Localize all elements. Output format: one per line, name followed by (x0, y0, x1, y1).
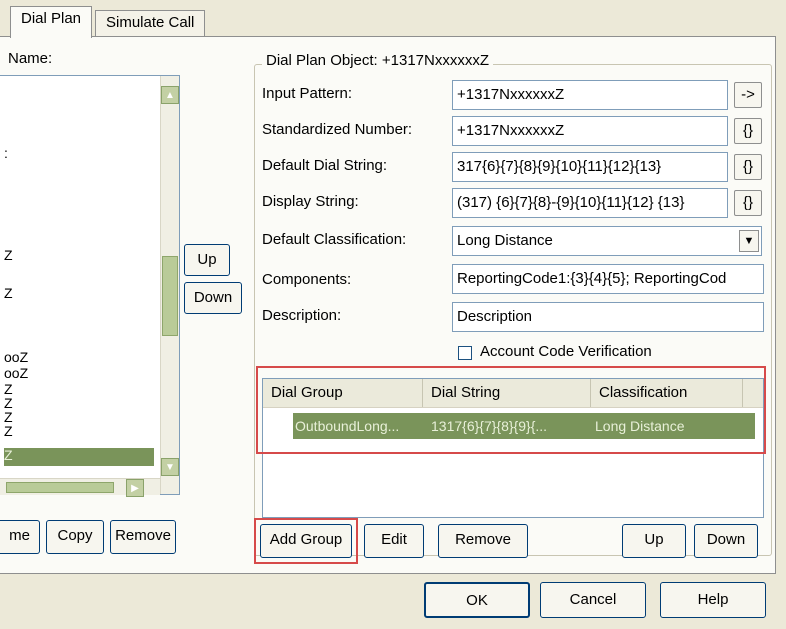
list-horizontal-scrollbar[interactable]: ▶ (0, 478, 160, 497)
default-dial-string-braces-button[interactable]: {} (734, 154, 762, 180)
default-dial-string-field[interactable]: 317{6}{7}{8}{9}{10}{11}{12}{13} (452, 152, 728, 182)
highlight-annotation-grid (256, 366, 766, 454)
display-string-label: Display String: (262, 193, 359, 210)
list-item[interactable]: : (4, 146, 8, 160)
ok-button[interactable]: OK (424, 582, 530, 618)
name-label: Name: (8, 50, 53, 67)
remove-plan-label: Remove (115, 527, 171, 544)
remove-plan-button[interactable]: Remove (110, 520, 176, 554)
tab-dial-plan-label: Dial Plan (21, 10, 82, 27)
display-string-braces-button[interactable]: {} (734, 190, 762, 216)
description-field[interactable]: Description (452, 302, 764, 332)
tab-simulate-call-label: Simulate Call (106, 14, 195, 31)
tab-dial-plan[interactable]: Dial Plan (10, 6, 93, 38)
remove-group-button[interactable]: Remove (438, 524, 528, 558)
group-down-button[interactable]: Down (694, 524, 758, 558)
group-up-label: Up (644, 531, 664, 548)
help-label: Help (697, 591, 729, 608)
scroll-down-arrow-icon[interactable]: ▼ (161, 458, 179, 476)
list-item[interactable]: Z (4, 382, 13, 396)
standardized-number-label: Standardized Number: (262, 121, 413, 138)
cancel-button[interactable]: Cancel (540, 582, 646, 618)
scroll-thumb[interactable] (162, 256, 178, 336)
components-label: Components: (262, 271, 352, 288)
move-down-label: Down (193, 289, 233, 306)
cancel-label: Cancel (569, 591, 617, 608)
account-code-checkbox[interactable] (458, 346, 472, 360)
default-classification-select[interactable]: Long Distance ▼ (452, 226, 762, 256)
edit-group-button[interactable]: Edit (364, 524, 424, 558)
group-up-button[interactable]: Up (622, 524, 686, 558)
remove-group-label: Remove (455, 531, 511, 548)
tab-simulate-call[interactable]: Simulate Call (95, 10, 206, 37)
standardized-number-field[interactable]: +1317NxxxxxxZ (452, 116, 728, 146)
dial-plan-object-title: Dial Plan Object: +1317NxxxxxxZ (262, 52, 494, 70)
default-dial-string-label: Default Dial String: (262, 157, 388, 174)
chevron-down-icon[interactable]: ▼ (739, 230, 759, 252)
input-pattern-label: Input Pattern: (262, 85, 353, 102)
rename-label: me (9, 527, 30, 544)
scroll-right-arrow-icon[interactable]: ▶ (126, 479, 144, 497)
description-label: Description: (262, 307, 342, 324)
default-classification-label: Default Classification: (262, 231, 407, 248)
list-item[interactable]: Z (4, 286, 13, 300)
highlight-annotation-add-group (254, 518, 358, 564)
list-vertical-scrollbar[interactable]: ▲ ▼ (160, 76, 179, 494)
classification-value: Long Distance (457, 232, 553, 249)
copy-button[interactable]: Copy (46, 520, 104, 554)
input-pattern-arrow-button[interactable]: -> (734, 82, 762, 108)
list-item[interactable]: Z (4, 396, 13, 410)
move-down-button[interactable]: Down (184, 282, 242, 314)
display-string-field[interactable]: (317) {6}{7}{8}-{9}{10}{11}{12} {13} (452, 188, 728, 218)
move-up-label: Up (197, 251, 217, 268)
list-item[interactable]: ooZ (4, 366, 28, 380)
list-item[interactable]: Z (4, 410, 13, 424)
help-button[interactable]: Help (660, 582, 766, 618)
account-code-label: Account Code Verification (480, 343, 652, 360)
group-down-label: Down (706, 531, 746, 548)
components-field[interactable]: ReportingCode1:{3}{4}{5}; ReportingCod (452, 264, 764, 294)
hscroll-thumb[interactable] (6, 482, 114, 493)
copy-label: Copy (57, 527, 93, 544)
scroll-up-arrow-icon[interactable]: ▲ (161, 86, 179, 104)
list-item-selected[interactable]: Z (4, 448, 154, 466)
list-item[interactable]: Z (4, 424, 13, 438)
dial-plan-list[interactable]: : Z Z ooZ ooZ Z Z Z Z Z ▲ ▼ (0, 75, 180, 495)
list-item[interactable]: ooZ (4, 350, 28, 364)
rename-button[interactable]: me (0, 520, 40, 554)
ok-label: OK (466, 592, 488, 609)
tab-strip: Dial Plan Simulate Call (0, 0, 786, 38)
edit-group-label: Edit (381, 531, 407, 548)
standardized-number-braces-button[interactable]: {} (734, 118, 762, 144)
list-item[interactable]: Z (4, 248, 13, 262)
input-pattern-field[interactable]: +1317NxxxxxxZ (452, 80, 728, 110)
move-up-button[interactable]: Up (184, 244, 230, 276)
